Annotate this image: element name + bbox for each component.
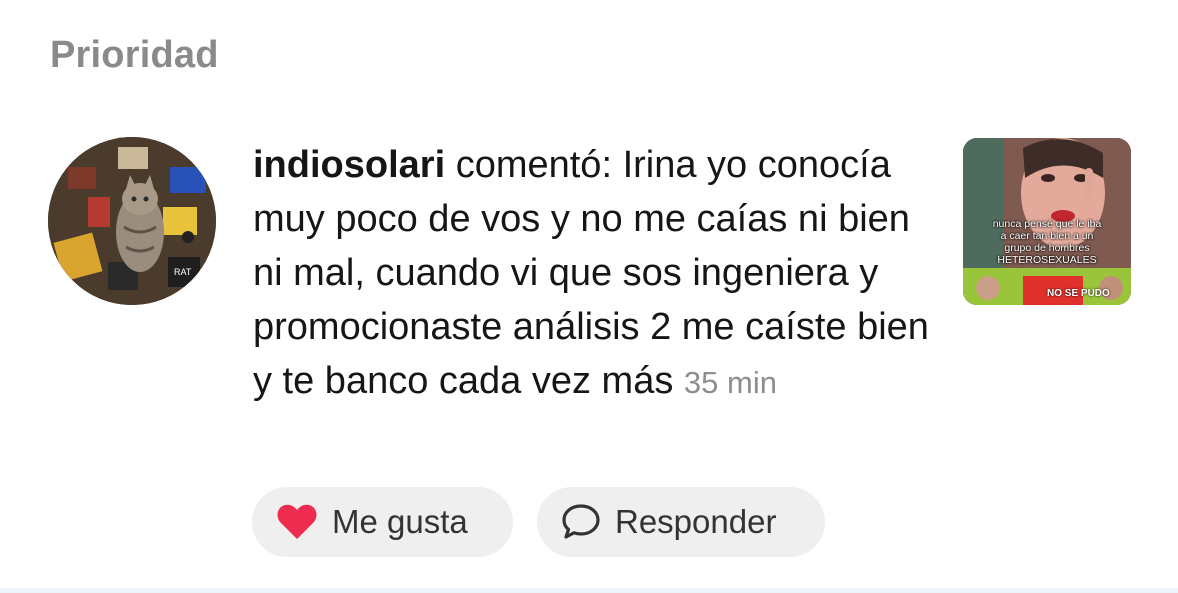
action-text: comentó:: [445, 144, 623, 186]
notification-screen: Prioridad RAT indiosolari comentó: Irina…: [0, 0, 1178, 593]
speech-bubble-icon: [561, 503, 601, 541]
like-label: Me gusta: [332, 503, 468, 540]
reply-button[interactable]: Responder: [537, 487, 825, 557]
timestamp: 35 min: [683, 365, 777, 400]
svg-text:RAT: RAT: [174, 267, 192, 277]
section-title: Prioridad: [50, 34, 219, 76]
thumbnail-caption: nunca pensé que le iba a caer tan bien a…: [992, 218, 1102, 266]
comment-text: indiosolari comentó: Irina yo conocía mu…: [253, 138, 943, 410]
video-thumbnail[interactable]: nunca pensé que le iba a caer tan bien a…: [963, 138, 1131, 305]
username[interactable]: indiosolari: [253, 144, 445, 186]
like-button[interactable]: Me gusta: [252, 487, 513, 557]
reply-label: Responder: [615, 503, 777, 540]
heart-icon: [276, 503, 318, 541]
thumbnail-banner: NO SE PUDO: [1047, 288, 1110, 299]
user-avatar[interactable]: RAT: [48, 137, 216, 305]
divider: [0, 588, 1178, 593]
avatar-photo: RAT: [48, 137, 216, 305]
